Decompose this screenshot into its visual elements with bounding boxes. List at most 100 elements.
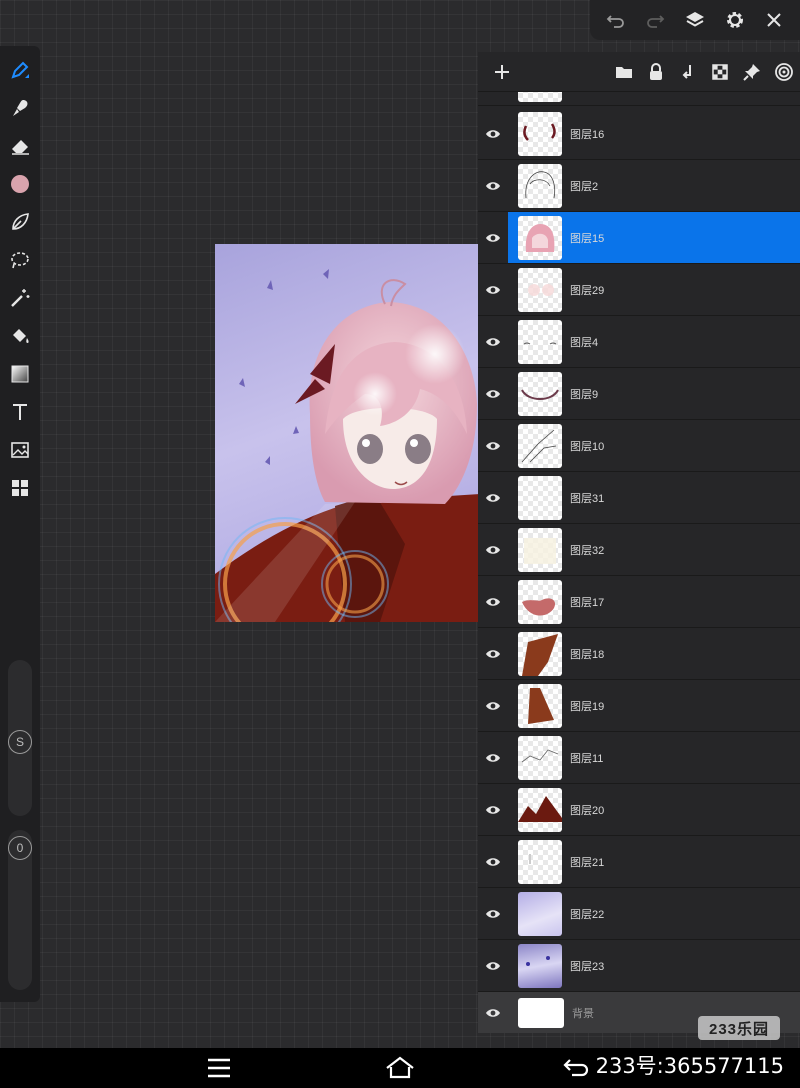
layer-row[interactable]: 图层23 <box>478 940 800 992</box>
fill-tool[interactable] <box>4 320 36 352</box>
pin-button[interactable] <box>736 56 768 88</box>
close-button[interactable] <box>758 4 790 36</box>
color-picker-button[interactable] <box>4 168 36 200</box>
brush-tool[interactable] <box>4 92 36 124</box>
eye-icon <box>486 649 500 658</box>
layer-row[interactable]: 图层20 <box>478 784 800 836</box>
thumb-art <box>521 429 557 462</box>
panel-grid-tool[interactable] <box>4 472 36 504</box>
visibility-toggle[interactable] <box>478 836 508 887</box>
layer-row[interactable]: 图层17 <box>478 576 800 628</box>
layer-row[interactable]: 图层16 <box>478 108 800 160</box>
visibility-toggle[interactable] <box>478 576 508 627</box>
brush-size-knob[interactable]: S <box>8 730 32 754</box>
eye-icon <box>486 545 500 554</box>
layer-row[interactable]: 图层32 <box>478 524 800 576</box>
visibility-toggle[interactable] <box>478 368 508 419</box>
visibility-toggle[interactable] <box>478 160 508 211</box>
opacity-slider[interactable]: 0 <box>8 830 32 990</box>
visibility-toggle[interactable] <box>478 992 508 1033</box>
home-button[interactable] <box>380 1052 420 1084</box>
add-layer-button[interactable] <box>486 56 518 88</box>
pen-tool[interactable] <box>4 54 36 86</box>
text-tool[interactable] <box>4 396 36 428</box>
layer-thumbnail <box>518 319 562 364</box>
layer-name: 图层11 <box>570 752 604 765</box>
layer-name: 图层21 <box>570 856 605 869</box>
lock-button[interactable] <box>640 56 672 88</box>
eye-icon <box>486 753 500 762</box>
visibility-toggle[interactable] <box>478 108 508 159</box>
layer-name: 图层10 <box>570 440 605 453</box>
visibility-toggle[interactable] <box>478 732 508 783</box>
merge-down-icon <box>682 64 691 79</box>
brush-size-slider[interactable]: S <box>8 660 32 816</box>
settings-button[interactable] <box>719 4 751 36</box>
undo-button[interactable] <box>600 4 632 36</box>
tool-sidebar: S 0 <box>0 46 40 1002</box>
system-nav-bar: 233号:365577115 <box>0 1048 800 1088</box>
visibility-toggle[interactable] <box>478 524 508 575</box>
visibility-toggle[interactable] <box>478 212 508 263</box>
layer-thumbnail <box>518 735 562 780</box>
layer-row-selected[interactable]: 图层15 <box>478 212 800 264</box>
drawing-canvas[interactable] <box>215 244 480 622</box>
eye-icon <box>486 493 500 502</box>
visibility-toggle[interactable] <box>478 680 508 731</box>
eraser-icon <box>12 140 29 155</box>
redo-button[interactable] <box>639 4 671 36</box>
visibility-toggle[interactable] <box>478 628 508 679</box>
transparency-button[interactable] <box>704 56 736 88</box>
image-tool[interactable] <box>4 434 36 466</box>
visibility-toggle[interactable] <box>478 92 508 105</box>
visibility-toggle[interactable] <box>478 264 508 315</box>
thumb-art <box>528 283 554 296</box>
visibility-toggle[interactable] <box>478 420 508 471</box>
visibility-toggle[interactable] <box>478 940 508 991</box>
folder-button[interactable] <box>608 56 640 88</box>
target-button[interactable] <box>768 56 800 88</box>
layer-row[interactable]: 图层2 <box>478 160 800 212</box>
layer-row[interactable]: 图层11 <box>478 732 800 784</box>
layers-button[interactable] <box>679 4 711 36</box>
eraser-tool[interactable] <box>4 130 36 162</box>
current-color-swatch <box>11 175 29 193</box>
back-button[interactable] <box>556 1052 596 1084</box>
gradient-tool[interactable] <box>4 358 36 390</box>
eye-icon <box>486 181 500 190</box>
layer-row[interactable]: 图层22 <box>478 888 800 940</box>
pin-icon <box>743 63 760 81</box>
layer-row[interactable]: 图层4 <box>478 316 800 368</box>
layer-row[interactable]: 图层21 <box>478 836 800 888</box>
gradient-icon <box>11 365 29 383</box>
lasso-tool[interactable] <box>4 244 36 276</box>
layer-name: 图层31 <box>570 492 605 505</box>
menu-icon <box>208 1058 230 1078</box>
visibility-toggle[interactable] <box>478 472 508 523</box>
visibility-toggle[interactable] <box>478 784 508 835</box>
layer-row[interactable]: 图层9 <box>478 368 800 420</box>
layer-thumbnail <box>518 683 562 728</box>
layer-name: 图层29 <box>570 284 605 297</box>
layer-thumbnail <box>518 527 562 572</box>
magic-wand-tool[interactable] <box>4 282 36 314</box>
close-icon <box>767 13 781 27</box>
smudge-tool[interactable] <box>4 206 36 238</box>
layer-row[interactable]: 图层19 <box>478 680 800 732</box>
visibility-toggle[interactable] <box>478 316 508 367</box>
layer-row[interactable]: 图层18 <box>478 628 800 680</box>
thumb-art <box>522 597 556 616</box>
layer-row[interactable]: 图层31 <box>478 472 800 524</box>
magic-wand-icon <box>11 289 30 307</box>
layer-row[interactable]: 图层10 <box>478 420 800 472</box>
eye-icon <box>486 233 500 242</box>
visibility-toggle[interactable] <box>478 888 508 939</box>
layer-name: 背景 <box>572 1007 594 1020</box>
layer-row[interactable] <box>478 92 800 106</box>
opacity-knob[interactable]: 0 <box>8 836 32 860</box>
menu-button[interactable] <box>199 1052 239 1084</box>
merge-down-button[interactable] <box>672 56 704 88</box>
layers-list[interactable]: 图层16 图层2 图层15 图层29 图层4 图层9 图层10 图层31 图层3… <box>478 92 800 1033</box>
layer-row[interactable]: 图层29 <box>478 264 800 316</box>
text-icon <box>13 404 27 420</box>
